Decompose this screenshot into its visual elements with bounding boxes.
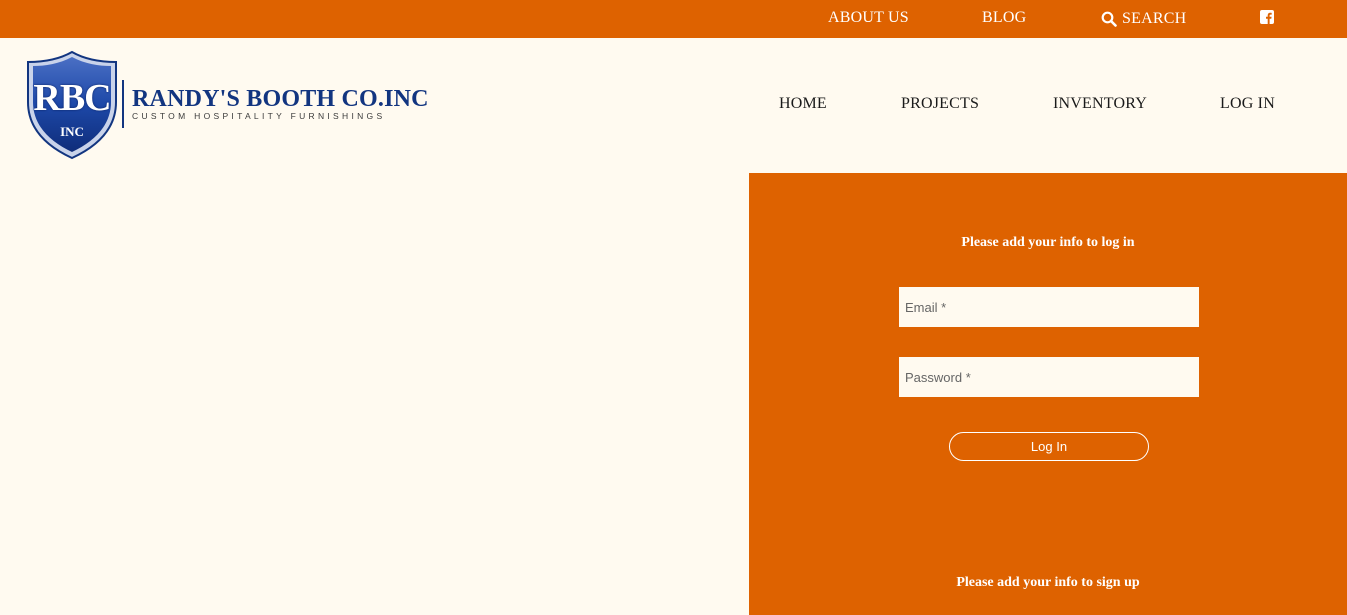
search-link[interactable]: SEARCH bbox=[1101, 0, 1186, 38]
brand-divider bbox=[122, 80, 124, 128]
nav-item-log-in[interactable]: LOG IN bbox=[1220, 95, 1275, 113]
emblem-sub: INC bbox=[60, 124, 84, 139]
nav-item-inventory[interactable]: INVENTORY bbox=[1053, 95, 1147, 113]
facebook-icon[interactable] bbox=[1260, 10, 1274, 24]
login-panel: Please add your info to log in Log In Pl… bbox=[749, 173, 1347, 615]
login-heading: Please add your info to log in bbox=[961, 235, 1135, 250]
about-us-link[interactable]: ABOUT US bbox=[828, 0, 909, 38]
nav-item-projects[interactable]: PROJECTS bbox=[901, 95, 979, 113]
emblem-letters: RBC bbox=[33, 77, 111, 119]
search-label: SEARCH bbox=[1122, 10, 1187, 27]
log-in-button[interactable]: Log In bbox=[949, 432, 1149, 461]
brand-name: RANDY'S BOOTH CO.INC bbox=[132, 86, 429, 112]
site-logo[interactable]: RBC INC RANDY'S BOOTH CO.INC CUSTOM HOSP… bbox=[24, 50, 434, 160]
search-icon bbox=[1101, 11, 1117, 27]
email-field[interactable] bbox=[899, 287, 1199, 327]
brand-tagline: CUSTOM HOSPITALITY FURNISHINGS bbox=[132, 111, 386, 121]
signup-heading: Please add your info to sign up bbox=[956, 575, 1140, 590]
password-field[interactable] bbox=[899, 357, 1199, 397]
site-header: RBC INC RANDY'S BOOTH CO.INC CUSTOM HOSP… bbox=[0, 38, 1347, 173]
nav-item-home[interactable]: HOME bbox=[779, 95, 827, 113]
top-bar: ABOUT US BLOG SEARCH bbox=[0, 0, 1347, 38]
blog-link[interactable]: BLOG bbox=[982, 0, 1026, 38]
